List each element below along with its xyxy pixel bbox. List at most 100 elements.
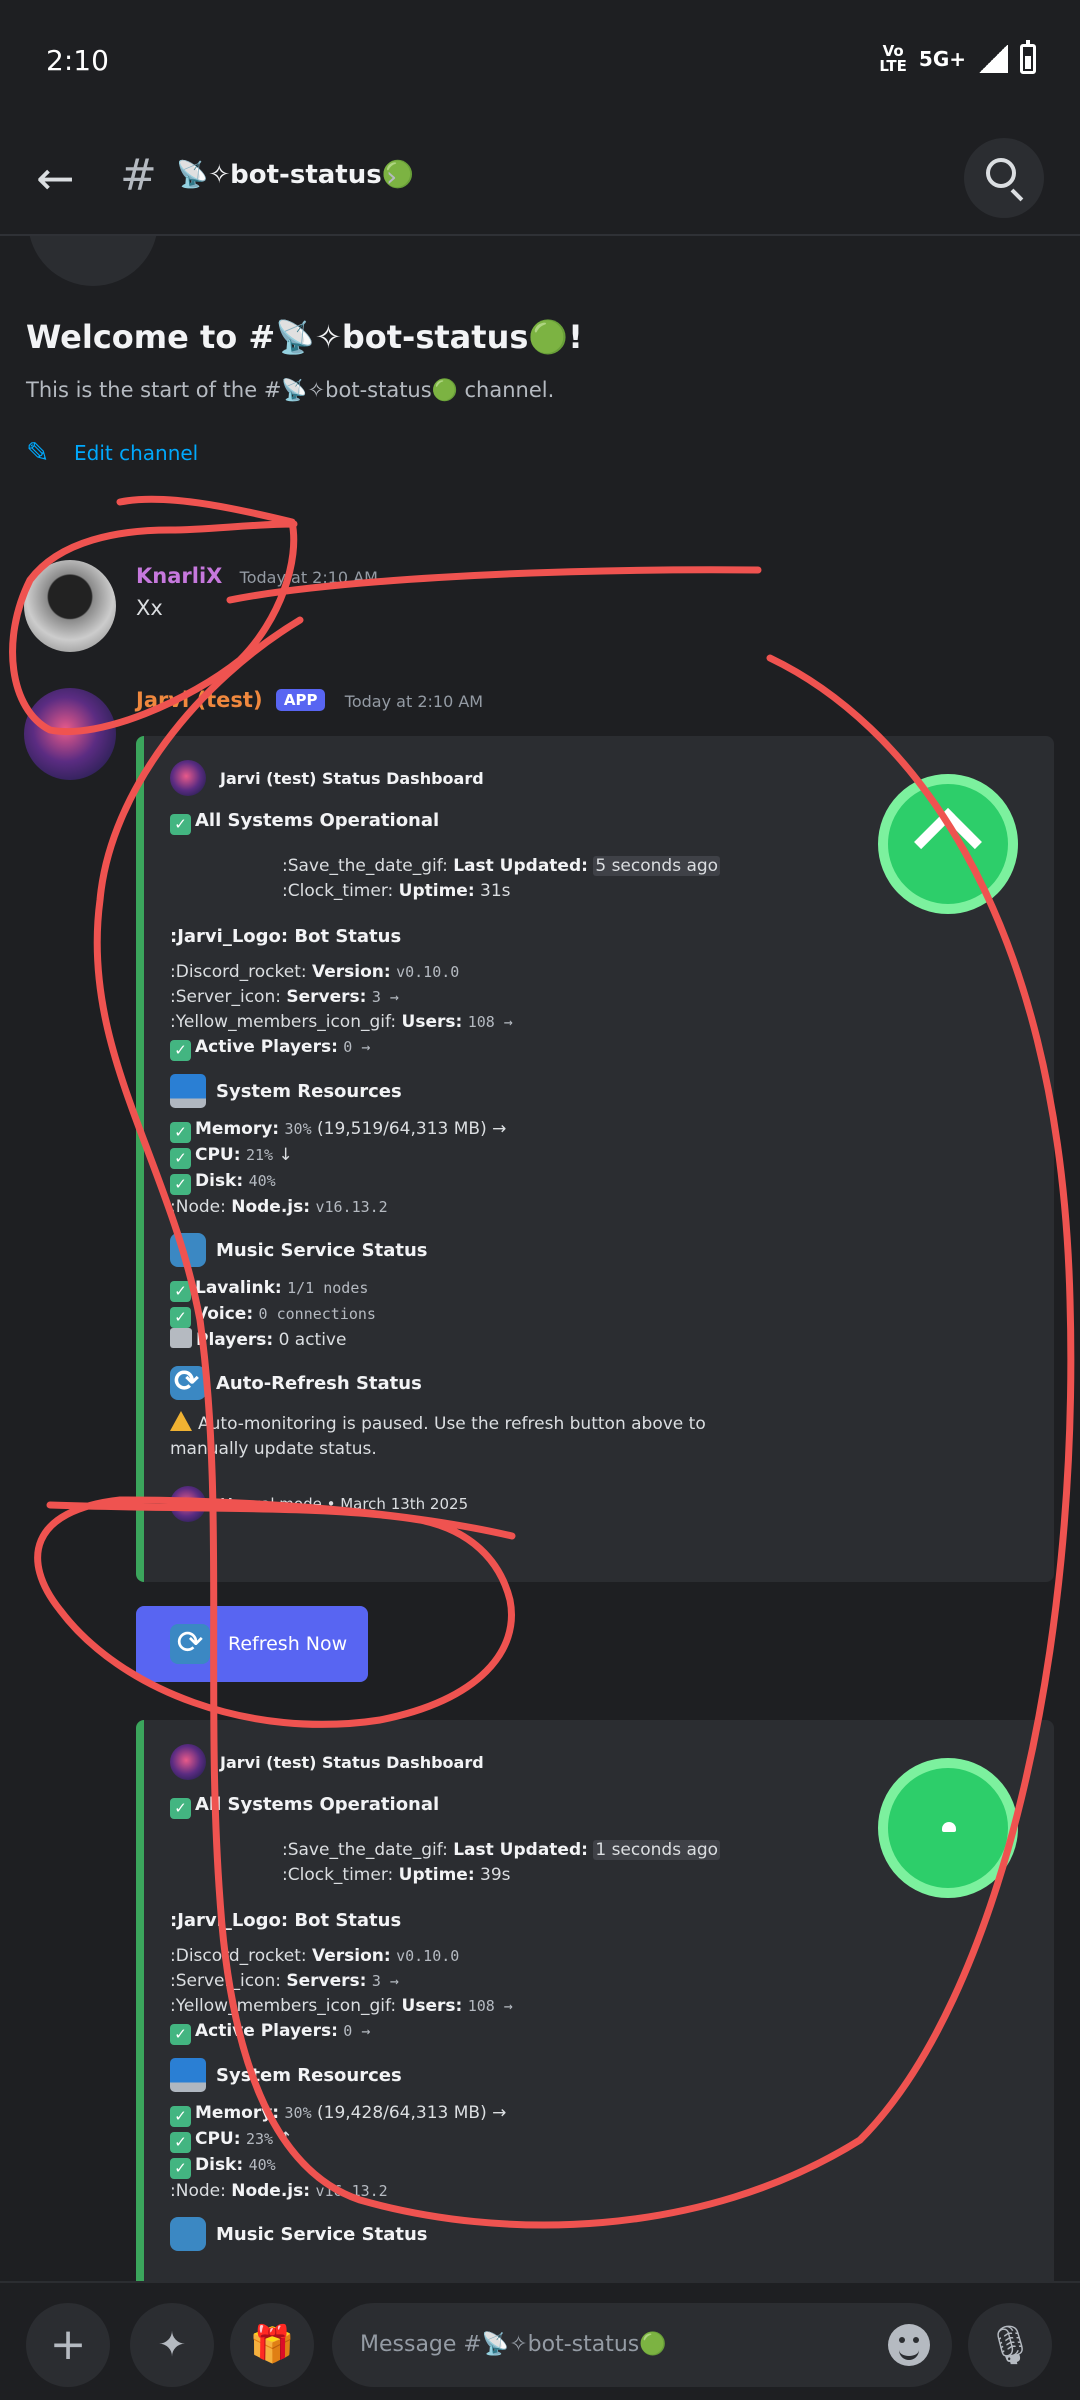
chevron-right-icon[interactable]: › xyxy=(386,160,397,193)
bot-status-heading: :Jarvi_Logo: Bot Status xyxy=(170,1909,402,1931)
app-badge: APP xyxy=(275,689,326,711)
users: :Yellow_members_icon_gif: Users: 108 → xyxy=(170,1012,513,1032)
warning-icon xyxy=(170,1411,192,1431)
message-text: Xx xyxy=(136,596,163,620)
status-embed: Jarvi (test) Status Dashboard ✓ All Syste… xyxy=(136,736,1054,1582)
memory: ✓ Memory: 30% (19,519/64,313 MB) → xyxy=(170,1117,1028,1143)
channel-icon xyxy=(28,236,158,286)
channel-name[interactable]: 📡✧bot-status🟢 xyxy=(176,160,414,190)
message-list[interactable]: Welcome to #📡✧bot-status🟢! This is the s… xyxy=(0,236,1080,2281)
back-arrow-icon[interactable]: ← xyxy=(36,154,84,202)
embed-footer: Manual mode • March 13th 2025 xyxy=(170,1484,1028,1524)
bot-avatar xyxy=(170,760,206,796)
bot-avatar xyxy=(170,1486,206,1522)
music-players: Players: 0 active xyxy=(170,1328,1028,1353)
uptime: :Clock_timer: Uptime: 39s xyxy=(282,1865,511,1885)
check-icon: ✓ xyxy=(170,1148,191,1169)
author-name[interactable]: KnarliX Today at 2:10 AM xyxy=(136,564,378,588)
apps-icon: ✦ xyxy=(157,2325,187,2365)
add-attachment-button[interactable]: + xyxy=(26,2303,110,2387)
search-button[interactable] xyxy=(964,138,1044,218)
check-icon: ✓ xyxy=(170,1281,191,1302)
speaker-icon xyxy=(170,1328,192,1348)
servers: :Server_icon: Servers: 3 → xyxy=(170,1971,399,1991)
check-icon: ✓ xyxy=(170,1797,191,1819)
system-status: ✓ All Systems Operational xyxy=(170,1788,1028,1824)
check-icon: ✓ xyxy=(170,2158,191,2179)
edit-channel-link[interactable]: ✎ Edit channel xyxy=(26,438,198,468)
auto-refresh-heading: Auto-Refresh Status xyxy=(170,1364,1028,1401)
check-icon: ✓ xyxy=(170,1307,191,1328)
gift-icon: 🎁 xyxy=(249,2324,295,2365)
search-icon xyxy=(986,158,1016,188)
author-name[interactable]: Jarvi (test) APP Today at 2:10 AM xyxy=(136,688,483,712)
nodejs: :Node: Node.js: v16.13.2 xyxy=(170,2181,388,2201)
nodejs: :Node: Node.js: v16.13.2 xyxy=(170,1197,388,1217)
refresh-icon xyxy=(170,1364,206,1400)
status-embed: Jarvi (test) Status Dashboard ✓ All Syste… xyxy=(136,1720,1054,2281)
gift-button[interactable]: 🎁 xyxy=(230,2303,314,2387)
timestamp: Today at 2:10 AM xyxy=(239,568,378,587)
volte-icon: Vo LTE xyxy=(879,42,907,75)
apps-button[interactable]: ✦ xyxy=(130,2303,214,2387)
system-resources-heading: System Resources xyxy=(170,2057,1028,2093)
last-updated: :Save_the_date_gif: Last Updated: 5 seco… xyxy=(282,856,721,876)
check-icon: ✓ xyxy=(170,813,191,835)
active-players: ✓ Active Players: 0 → xyxy=(170,2019,1028,2045)
battery-icon xyxy=(1020,40,1036,74)
uptime: :Clock_timer: Uptime: 31s xyxy=(282,881,511,901)
bot-status-heading: :Jarvi_Logo: Bot Status xyxy=(170,925,402,947)
disk: ✓ Disk: 40% xyxy=(170,1169,1028,1195)
emoji-icon[interactable] xyxy=(888,2324,930,2366)
check-icon: ✓ xyxy=(170,2132,191,2153)
welcome-title: Welcome to #📡✧bot-status🟢! xyxy=(26,318,583,356)
auto-refresh-text: Auto-monitoring is paused. Use the refre… xyxy=(170,1411,770,1462)
avatar[interactable] xyxy=(24,560,116,652)
check-icon: ✓ xyxy=(170,2106,191,2127)
voice-message-button[interactable]: 🎙 xyxy=(968,2303,1052,2387)
check-icon: ✓ xyxy=(170,1174,191,1195)
network-type: 5G+ xyxy=(918,47,966,71)
channel-header: ← # 📡✧bot-status🟢 › xyxy=(0,120,1080,236)
cpu: ✓ CPU: 23% ↑ xyxy=(170,2127,1028,2153)
users: :Yellow_members_icon_gif: Users: 108 → xyxy=(170,1996,513,2016)
last-updated: :Save_the_date_gif: Last Updated: 1 seco… xyxy=(282,1840,721,1860)
music-note-icon xyxy=(170,1233,206,1267)
check-icon: ✓ xyxy=(170,2024,191,2045)
music-heading: Music Service Status xyxy=(170,1232,1028,1268)
message-input[interactable]: Message #📡✧bot-status🟢 xyxy=(332,2303,952,2387)
voice: ✓ Voice: 0 connections xyxy=(170,1302,1028,1328)
music-note-icon xyxy=(170,2217,206,2251)
disk: ✓ Disk: 40% xyxy=(170,2153,1028,2179)
status-icons: Vo LTE 5G+ xyxy=(879,40,1036,75)
laptop-icon xyxy=(170,1074,206,1108)
bot-avatar xyxy=(170,1744,206,1780)
avatar[interactable] xyxy=(24,688,116,780)
memory: ✓ Memory: 30% (19,428/64,313 MB) → xyxy=(170,2101,1028,2127)
laptop-icon xyxy=(170,2058,206,2092)
refresh-icon: ⟳ xyxy=(170,1624,210,1664)
version: :Discord_rocket: Version: v0.10.0 xyxy=(170,962,460,982)
system-status: ✓ All Systems Operational xyxy=(170,804,1028,840)
version: :Discord_rocket: Version: v0.10.0 xyxy=(170,1946,460,1966)
lavalink: ✓ Lavalink: 1/1 nodes xyxy=(170,1276,1028,1302)
cpu: ✓ CPU: 21% ↓ xyxy=(170,1143,1028,1169)
pencil-icon: ✎ xyxy=(26,436,50,469)
embed-author: Jarvi (test) Status Dashboard xyxy=(170,1742,1028,1782)
plus-icon: + xyxy=(49,2319,87,2370)
servers: :Server_icon: Servers: 3 → xyxy=(170,987,399,1007)
check-icon: ✓ xyxy=(170,1040,191,1061)
hash-icon: # xyxy=(120,150,157,201)
edit-channel-label: Edit channel xyxy=(74,441,199,465)
clock: 2:10 xyxy=(46,44,109,77)
system-resources-heading: System Resources xyxy=(170,1073,1028,1109)
active-players: ✓ Active Players: 0 → xyxy=(170,1035,1028,1061)
embed-author: Jarvi (test) Status Dashboard xyxy=(170,758,1028,798)
refresh-now-button[interactable]: ⟳ Refresh Now xyxy=(136,1606,368,1682)
discord-app: 2:10 Vo LTE 5G+ ← # 📡✧bot-status🟢 › Welco… xyxy=(0,0,1080,2400)
check-icon: ✓ xyxy=(170,1122,191,1143)
microphone-icon: 🎙 xyxy=(985,2323,1035,2367)
signal-icon xyxy=(978,45,1008,73)
timestamp: Today at 2:10 AM xyxy=(344,692,484,711)
status-bar: 2:10 Vo LTE 5G+ xyxy=(0,0,1080,120)
